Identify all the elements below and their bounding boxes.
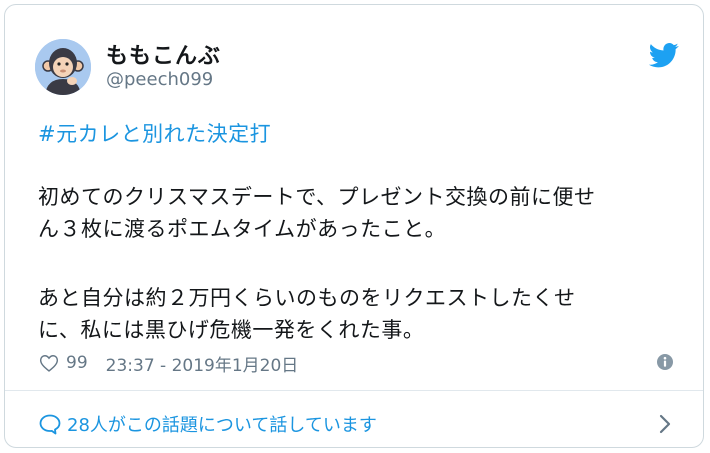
tweet-text-line: あと自分は約２万円くらいのものをリクエストしたくせ — [38, 286, 576, 310]
tweet-text-line: 初めてのクリスマスデートで、プレゼント交換の前に便せ — [38, 185, 596, 209]
avatar[interactable] — [35, 39, 91, 95]
tweet-text-paragraph-2: あと自分は約２万円くらいのものをリクエストしたくせ に、私には黒ひげ危機一発をく… — [38, 282, 668, 346]
speech-bubble-icon — [39, 414, 61, 435]
conversation-link-label[interactable]: 28人がこの話題について話しています — [67, 411, 377, 437]
heart-icon[interactable] — [39, 353, 59, 373]
tweet-text-line: に、私には黒ひげ危機一発をくれた事。 — [38, 318, 425, 342]
divider — [5, 390, 703, 391]
tweet-text-line: ん３枚に渡るポエムタイムがあったこと。 — [38, 217, 447, 241]
tweet-timestamp[interactable]: 23:37 - 2019年1月20日 — [106, 351, 299, 376]
info-icon[interactable] — [656, 353, 674, 371]
twitter-bird-icon[interactable] — [649, 43, 679, 68]
hashtag-link[interactable]: #元カレと別れた決定打 — [38, 118, 271, 148]
conversation-link[interactable]: 28人がこの話題について話しています — [38, 411, 377, 437]
tweet-text-paragraph-1: 初めてのクリスマスデートで、プレゼント交換の前に便せ ん３枚に渡るポエムタイムが… — [38, 181, 668, 245]
user-handle[interactable]: @peech099 — [106, 69, 213, 90]
embedded-tweet-card[interactable]: ももこんぶ @peech099 #元カレと別れた決定打 初めてのクリスマスデート… — [4, 4, 704, 448]
chevron-right-icon[interactable] — [658, 413, 672, 435]
tweet-meta-row: 99 23:37 - 2019年1月20日 — [39, 351, 299, 376]
like-count[interactable]: 99 — [66, 353, 88, 373]
display-name[interactable]: ももこんぶ — [106, 38, 221, 70]
